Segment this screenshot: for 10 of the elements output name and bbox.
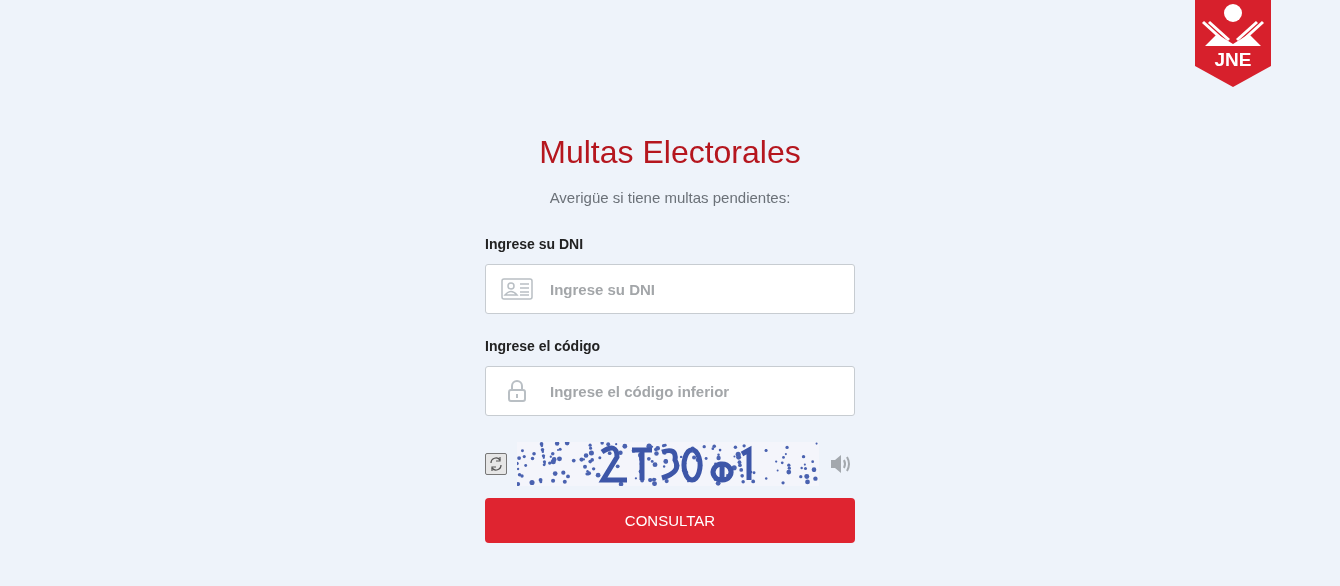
logo: JNE <box>1195 0 1271 87</box>
refresh-button[interactable] <box>485 453 507 475</box>
field-label: Ingrese su DNI <box>485 236 585 252</box>
refresh-icon <box>488 456 504 472</box>
consult-button[interactable]: CONSULTAR <box>485 498 855 543</box>
page-title: Multas Electorales <box>538 134 802 171</box>
subtitle: Averigüe si tiene multas pendientes: <box>548 189 792 206</box>
input-field[interactable]: Ingrese el código inferior <box>485 366 855 416</box>
input-field[interactable]: Ingrese su DNI <box>485 264 855 314</box>
field-label: Ingrese el código <box>485 338 602 354</box>
